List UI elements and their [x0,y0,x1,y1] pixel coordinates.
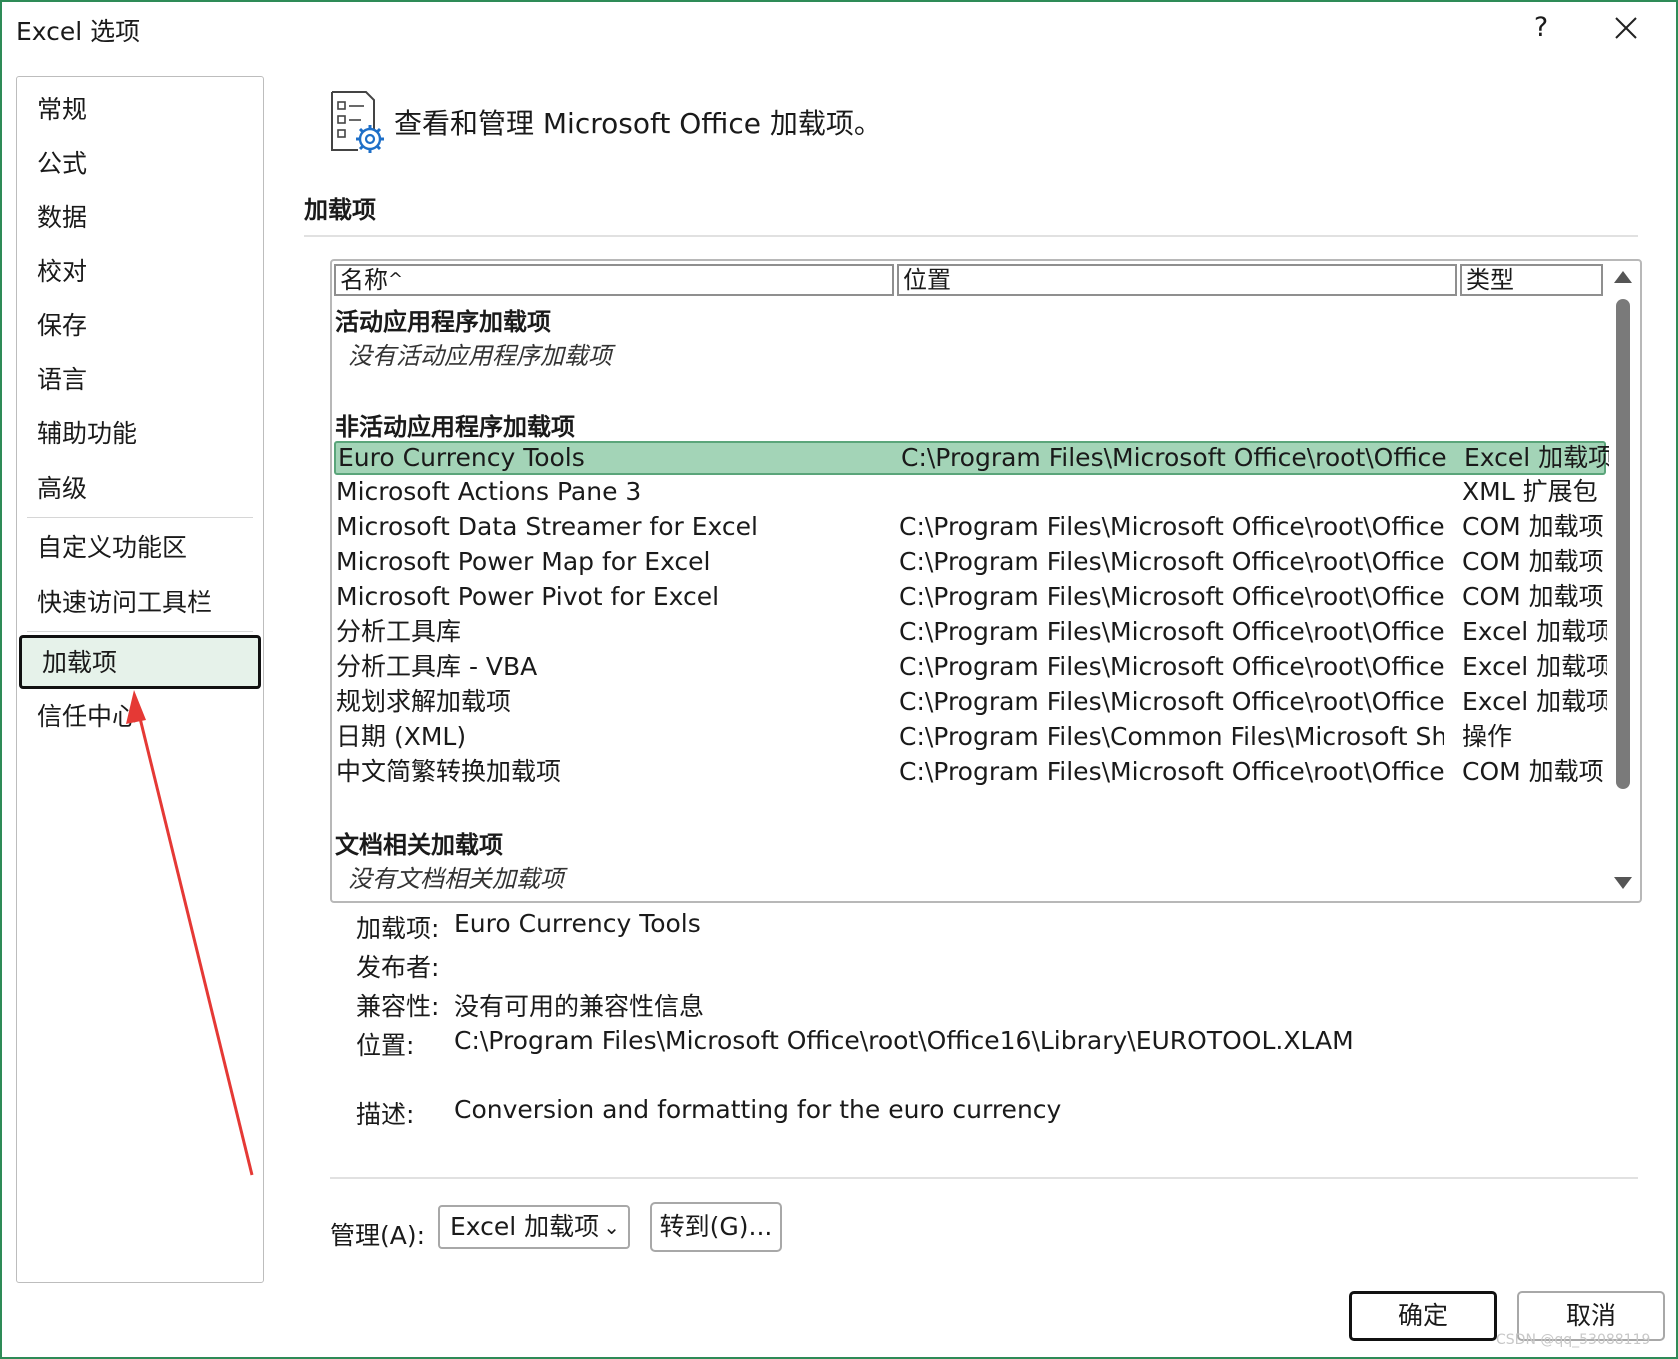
sidebar-item-accessibility[interactable]: 辅助功能 [27,411,253,457]
sidebar-divider [27,517,253,518]
row-type: Excel 加载项 [1464,443,1609,472]
detail-location-label: 位置: [356,1031,415,1060]
table-row[interactable]: 中文简繁转换加载项 C:\Program Files\Microsoft Off… [334,755,1606,789]
column-header-type[interactable]: 类型 [1460,264,1603,296]
sidebar-item-advanced[interactable]: 高级 [27,466,253,512]
manage-select[interactable]: Excel 加载项 ⌄ [438,1205,630,1249]
sidebar-item-data[interactable]: 数据 [27,195,253,241]
detail-compat-label: 兼容性: [356,992,440,1021]
table-row[interactable]: 日期 (XML) C:\Program Files\Common Files\M… [334,720,1606,754]
row-location: C:\Program Files\Microsoft Office\root\O… [901,443,1446,472]
row-type: Excel 加载项 [1462,687,1607,716]
row-type: XML 扩展包 [1462,477,1598,506]
table-row[interactable]: Microsoft Power Pivot for Excel C:\Progr… [334,580,1606,614]
close-icon [1615,17,1637,39]
table-row[interactable]: 分析工具库 - VBA C:\Program Files\Microsoft O… [334,650,1607,684]
detail-addin-label: 加载项: [356,914,440,943]
sidebar-item-proofing[interactable]: 校对 [27,249,253,295]
section-title: 加载项 [304,196,376,224]
ok-button[interactable]: 确定 [1349,1291,1497,1341]
row-location: C:\Program Files\Microsoft Office\root\O… [899,757,1444,786]
row-location: C:\Program Files\Microsoft Office\root\O… [899,547,1444,576]
sidebar-nav: 常规 公式 数据 校对 保存 语言 辅助功能 高级 自定义功能区 快速访问工具栏… [16,76,264,1283]
row-name: Microsoft Data Streamer for Excel [336,512,758,541]
detail-publisher-label: 发布者: [356,953,440,982]
table-row[interactable]: Euro Currency Tools C:\Program Files\Mic… [334,441,1609,475]
list-scrollbar[interactable] [1610,261,1636,901]
row-name: Microsoft Actions Pane 3 [336,477,642,506]
row-type: COM 加载项 [1462,757,1604,786]
group-empty-active: 没有活动应用程序加载项 [348,342,612,370]
row-name: 分析工具库 - VBA [336,652,538,681]
column-name-label: 名称 [340,266,388,294]
sidebar-item-save[interactable]: 保存 [27,303,253,349]
addins-list[interactable]: 名称^ 位置 类型 活动应用程序加载项 没有活动应用程序加载项 非活动应用程序加… [330,259,1642,903]
row-type: 操作 [1462,722,1513,751]
help-button[interactable]: ? [1527,8,1555,48]
row-name: 日期 (XML) [336,722,467,751]
row-type: COM 加载项 [1462,582,1604,611]
row-type: Excel 加载项 [1462,652,1607,681]
scroll-down-arrow-icon[interactable] [1614,877,1632,889]
list-header: 名称^ 位置 类型 [334,264,1604,296]
table-row[interactable]: Microsoft Data Streamer for Excel C:\Pro… [334,510,1606,544]
dialog-title: Excel 选项 [16,17,141,46]
group-title-active: 活动应用程序加载项 [335,308,551,336]
table-row[interactable]: Microsoft Actions Pane 3 XML 扩展包 [334,475,1606,509]
addins-settings-icon [331,91,384,153]
sidebar-item-general[interactable]: 常规 [27,87,253,133]
column-header-location[interactable]: 位置 [897,264,1457,296]
row-name: 分析工具库 [336,617,462,646]
close-button[interactable] [1606,8,1646,48]
row-location: C:\Program Files\Microsoft Office\root\O… [899,582,1444,611]
scroll-up-arrow-icon[interactable] [1614,271,1632,283]
section-divider [304,235,1638,237]
scroll-thumb[interactable] [1616,299,1630,789]
sidebar-item-addins[interactable]: 加载项 [19,635,261,689]
manage-divider [330,1177,1638,1179]
column-header-name[interactable]: 名称^ [334,264,894,296]
detail-description-value: Conversion and formatting for the euro c… [454,1095,1062,1124]
row-type: COM 加载项 [1462,512,1604,541]
row-type: COM 加载项 [1462,547,1604,576]
excel-options-dialog: Excel 选项 ? 常规 公式 数据 校对 保存 语言 辅助功能 高级 自定义… [0,0,1678,1359]
group-title-inactive: 非活动应用程序加载项 [335,413,575,441]
manage-select-value: Excel 加载项 [450,1212,600,1241]
sidebar-item-formulas[interactable]: 公式 [27,141,253,187]
page-heading: 查看和管理 Microsoft Office 加载项。 [394,107,882,140]
table-row[interactable]: Microsoft Power Map for Excel C:\Program… [334,545,1606,579]
sidebar-item-customize-ribbon[interactable]: 自定义功能区 [27,525,253,571]
row-location: C:\Program Files\Common Files\Microsoft … [899,722,1444,751]
row-name: 中文简繁转换加载项 [336,757,562,786]
detail-addin-value: Euro Currency Tools [454,909,701,938]
row-type: Excel 加载项 [1462,617,1607,646]
row-name: 规划求解加载项 [336,687,512,716]
table-row[interactable]: 规划求解加载项 C:\Program Files\Microsoft Offic… [334,685,1607,719]
detail-compat-value: 没有可用的兼容性信息 [454,992,705,1021]
row-location: C:\Program Files\Microsoft Office\root\O… [899,617,1444,646]
row-name: Microsoft Power Map for Excel [336,547,711,576]
table-row[interactable]: 分析工具库 C:\Program Files\Microsoft Office\… [334,615,1607,649]
row-name: Euro Currency Tools [338,443,585,472]
sidebar-item-trust-center[interactable]: 信任中心 [27,694,253,740]
detail-description-label: 描述: [356,1100,415,1129]
detail-location-value: C:\Program Files\Microsoft Office\root\O… [454,1026,1354,1055]
watermark: CSDN @qq_53088119 [1496,1332,1651,1348]
row-location: C:\Program Files\Microsoft Office\root\O… [899,652,1444,681]
row-location: C:\Program Files\Microsoft Office\root\O… [899,687,1444,716]
chevron-down-icon: ⌄ [603,1215,620,1239]
sort-ascending-icon: ^ [388,269,404,290]
sidebar-item-language[interactable]: 语言 [27,357,253,403]
manage-label: 管理(A): [330,1221,426,1250]
sidebar-item-quick-access-toolbar[interactable]: 快速访问工具栏 [27,580,253,626]
group-empty-document: 没有文档相关加载项 [348,865,564,893]
sidebar-divider [27,631,253,632]
go-button[interactable]: 转到(G)... [650,1202,782,1252]
row-location: C:\Program Files\Microsoft Office\root\O… [899,512,1444,541]
group-title-document: 文档相关加载项 [335,831,503,859]
row-name: Microsoft Power Pivot for Excel [336,582,720,611]
